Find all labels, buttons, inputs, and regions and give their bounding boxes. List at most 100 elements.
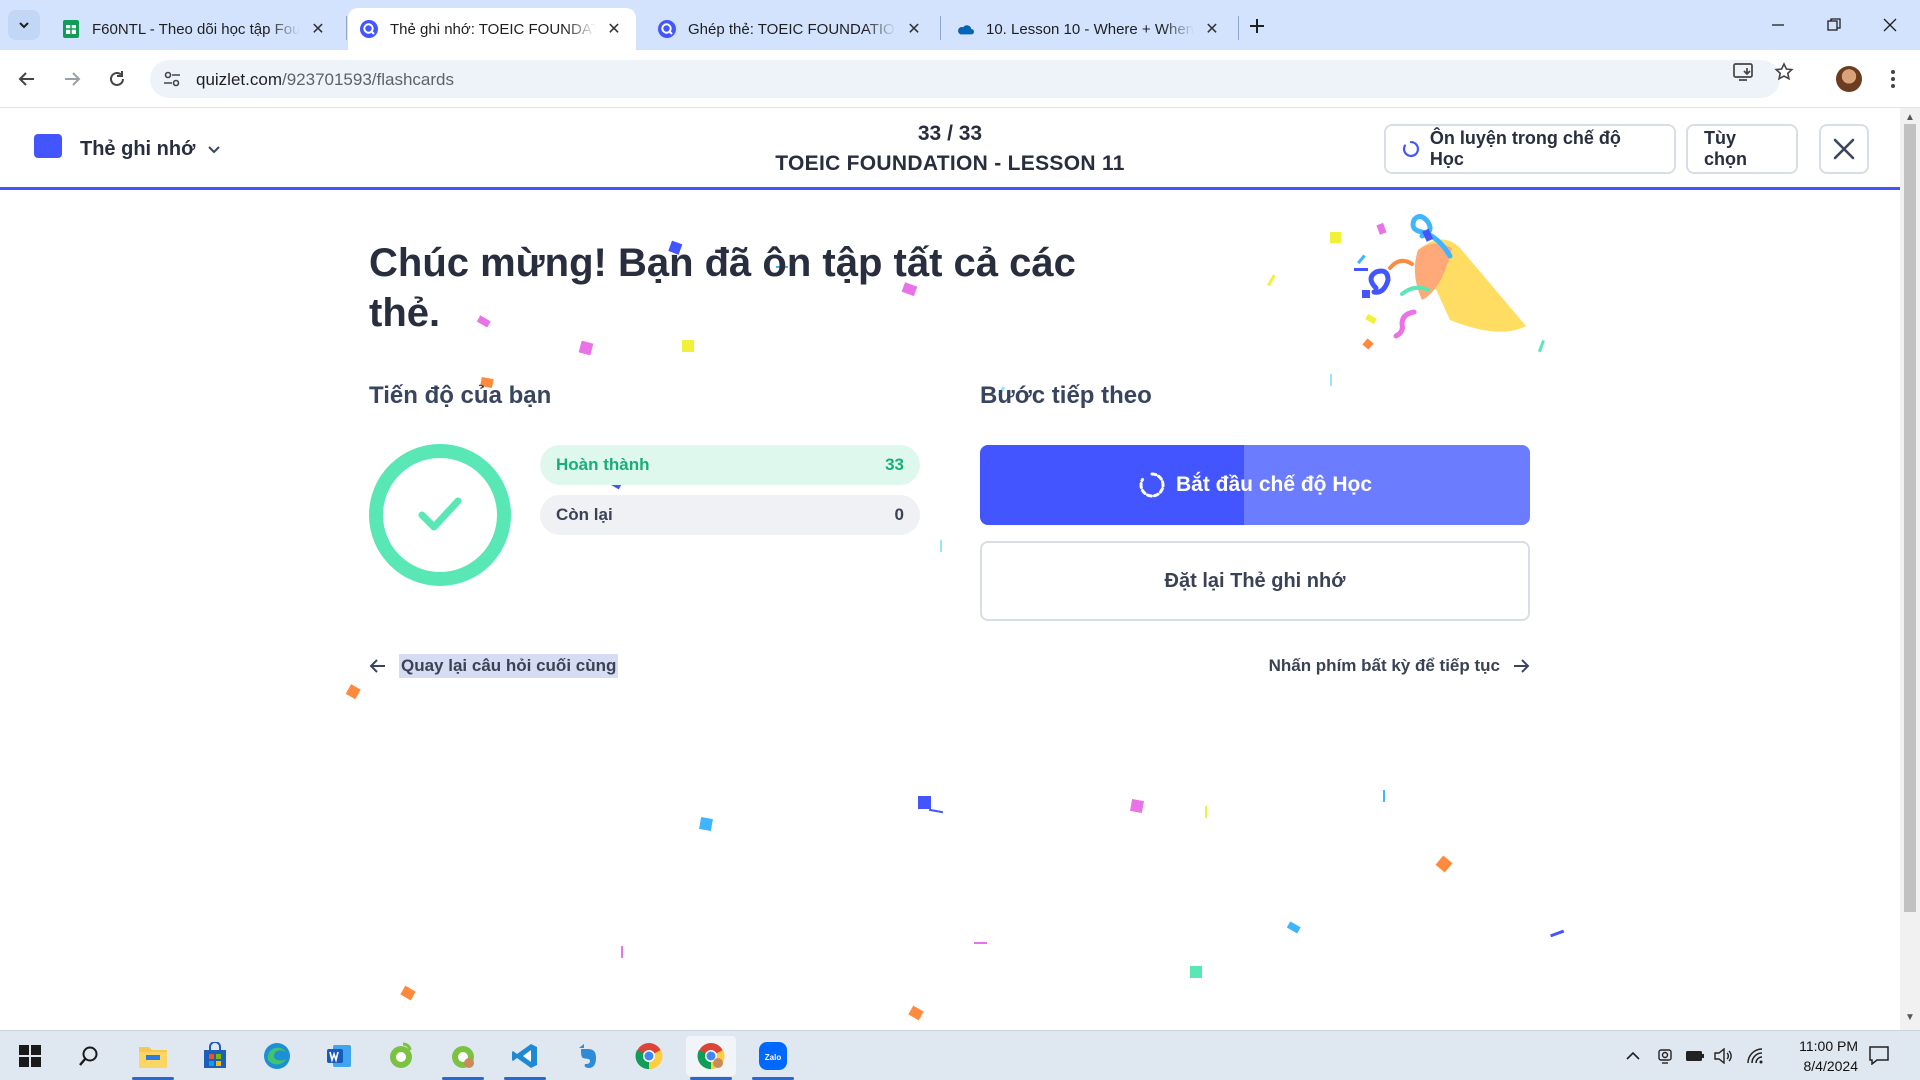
continue-hint-link[interactable]: Nhấn phím bất kỳ để tiếp tục [1269,656,1530,676]
arrow-left-icon [369,659,385,673]
next-steps-title: Bước tiếp theo [980,382,1152,409]
learn-icon [1139,472,1165,498]
wifi-icon[interactable] [1744,1045,1766,1067]
arrow-right-icon [65,72,81,86]
scrollbar-thumb[interactable] [1904,124,1916,912]
scroll-down-icon[interactable]: ▼ [1904,1012,1916,1024]
tab-sheets[interactable]: F60NTL - Theo dõi học tập Foun ✕ [50,8,340,50]
quizlet-icon [360,20,378,38]
word-icon[interactable] [314,1036,364,1076]
tab-title: Ghép thẻ: TOEIC FOUNDATION [688,20,896,38]
remaining-stat: Còn lại 0 [540,495,920,535]
options-button[interactable]: Tùy chọn [1686,124,1798,174]
clock-date: 8/4/2024 [1803,1058,1859,1074]
close-icon [1833,138,1855,160]
tab-match[interactable]: Ghép thẻ: TOEIC FOUNDATION ✕ [646,8,936,50]
back-button[interactable] [12,64,42,94]
plus-icon [1250,19,1264,33]
completed-count: 33 [885,455,904,474]
party-popper-icon [1330,214,1528,350]
minimize-icon [1772,24,1784,26]
tab-divider [346,16,347,40]
chrome-icon[interactable] [624,1036,674,1076]
close-tab-icon[interactable]: ✕ [604,19,624,39]
tab-title: Thẻ ghi nhớ: TOEIC FOUNDATIO [390,20,596,38]
start-learn-button[interactable]: Bắt đầu chế độ Học [980,445,1530,525]
new-tab-button[interactable] [1243,12,1271,40]
site-settings-icon[interactable] [162,69,182,89]
back-link-label: Quay lại câu hỏi cuối cùng [399,654,619,678]
restore-button[interactable] [1814,12,1854,38]
completion-screen: Chúc mừng! Bạn đã ôn tập tất cả các thẻ.… [0,190,1900,1030]
tab-onedrive[interactable]: 10. Lesson 10 - Where + When ✕ [944,8,1234,50]
reload-icon [110,71,124,86]
battery-icon[interactable] [1684,1045,1706,1067]
notification-icon[interactable] [1868,1045,1892,1067]
zalo-icon[interactable]: Zalo [748,1036,798,1080]
minimize-button[interactable] [1758,12,1798,38]
zalo-icon-label: Zalo [765,1053,782,1062]
edge-icon[interactable] [252,1036,302,1076]
tab-divider [1238,16,1239,40]
url-text: quizlet.com/923701593/flashcards [196,70,454,90]
scroll-up-icon[interactable]: ▲ [1904,112,1916,124]
progress-section-title: Tiến độ của bạn [369,382,552,409]
chevron-down-icon [19,22,29,29]
close-icon [1883,18,1897,32]
bookmark-star-icon[interactable] [1772,60,1796,84]
vscode-icon[interactable] [500,1036,550,1080]
tab-flashcards[interactable]: Thẻ ghi nhớ: TOEIC FOUNDATIO ✕ [348,8,636,50]
coccoc-icon[interactable] [376,1036,426,1076]
google-sheets-icon [62,20,80,38]
file-explorer-icon[interactable] [128,1036,178,1080]
system-clock[interactable]: 11:00 PM 8/4/2024 [1768,1036,1858,1076]
tab-title: F60NTL - Theo dõi học tập Foun [92,20,300,38]
store-icon[interactable] [190,1036,240,1076]
reset-flashcards-button[interactable]: Đặt lại Thẻ ghi nhớ [980,541,1530,621]
remaining-label: Còn lại [556,505,613,524]
start-learn-label: Bắt đầu chế độ Học [1175,473,1373,496]
remaining-count: 0 [894,505,904,524]
arrow-left-icon [18,72,34,86]
webcam-icon[interactable] [1654,1045,1676,1067]
chrome-profile-icon[interactable] [686,1036,736,1080]
flashcards-header: Thẻ ghi nhớ 33 / 33 TOEIC FOUNDATION - L… [0,108,1900,190]
close-tab-icon[interactable]: ✕ [308,19,328,39]
back-to-last-question-link[interactable]: Quay lại câu hỏi cuối cùng [369,654,619,678]
completed-label: Hoàn thành [556,455,650,474]
forward-button[interactable] [57,64,87,94]
quizlet-icon [658,20,676,38]
continue-hint-label: Nhấn phím bất kỳ để tiếp tục [1268,656,1500,675]
close-tab-icon[interactable]: ✕ [904,19,924,39]
profile-avatar[interactable] [1836,66,1862,92]
coccoc-profile-icon[interactable] [438,1036,488,1080]
learn-icon [1402,140,1420,158]
learn-mode-button[interactable]: Ôn luyện trong chế độ Học [1384,124,1676,174]
browser-tab-strip: F60NTL - Theo dõi học tập Foun ✕ Thẻ ghi… [0,0,1920,50]
evernote-icon[interactable] [562,1036,612,1076]
clock-time: 11:00 PM [1799,1038,1858,1054]
arrow-right-icon [1514,659,1530,673]
options-label: Tùy chọn [1704,128,1747,169]
close-flashcards-button[interactable] [1819,124,1869,174]
progress-ring [369,444,511,586]
address-input[interactable]: quizlet.com/923701593/flashcards [150,60,1780,98]
close-tab-icon[interactable]: ✕ [1202,19,1222,39]
search-icon[interactable] [64,1036,114,1076]
close-window-button[interactable] [1870,12,1910,38]
start-icon[interactable] [5,1036,55,1076]
tab-divider [940,16,941,40]
browser-menu-icon[interactable] [1886,66,1900,92]
url-path: /923701593/flashcards [281,70,455,89]
install-app-icon[interactable] [1732,60,1756,84]
address-toolbar: quizlet.com/923701593/flashcards [0,50,1920,108]
completed-stat: Hoàn thành 33 [540,445,920,485]
reload-button[interactable] [102,64,132,94]
onedrive-icon [956,20,974,38]
restore-icon [1827,18,1841,31]
congrats-heading: Chúc mừng! Bạn đã ôn tập tất cả các thẻ. [369,241,1076,335]
windows-taskbar: Zalo 11:00 PM 8/4/2024 [0,1030,1920,1080]
show-hidden-icons-icon[interactable] [1622,1045,1644,1067]
tab-search-button[interactable] [8,10,40,40]
volume-icon[interactable] [1712,1045,1734,1067]
